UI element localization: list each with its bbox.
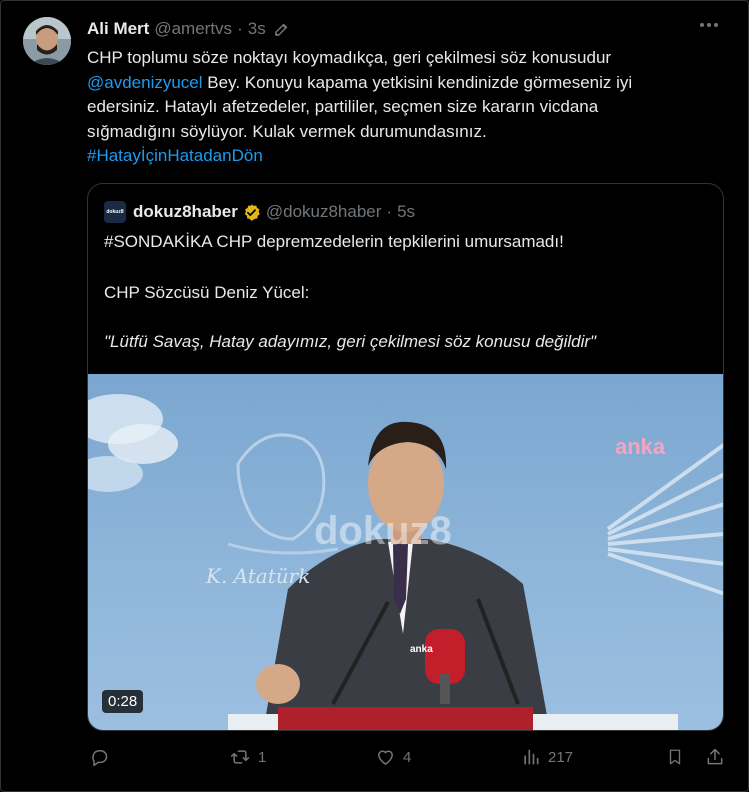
views-chart-icon (521, 747, 541, 767)
verified-badge-icon (242, 203, 261, 222)
like-count: 4 (403, 748, 412, 766)
tweet-text-line-5: #HatayİçinHatadanDön (87, 144, 727, 169)
views-count: 217 (548, 748, 574, 766)
reply-icon (89, 747, 109, 767)
video-duration-badge: 0:28 (102, 690, 144, 713)
tweet-text-line-4: sığmadığını söylüyor. Kulak vermek durum… (87, 121, 487, 141)
tweet-actions: 1 4 217 (87, 747, 727, 775)
quote-timestamp[interactable]: 5s (397, 202, 415, 222)
share-icon (705, 747, 725, 767)
like-button[interactable]: 4 (375, 747, 411, 767)
mic-logo-label: anka (410, 644, 433, 655)
bookmark-icon (666, 747, 684, 767)
bookmark-button[interactable] (666, 747, 684, 767)
mention-link[interactable]: @avdenizyucel (87, 73, 203, 92)
ataturk-signature: K. Atatürk (206, 564, 311, 588)
hashtag-link[interactable]: #HatayİçinHatadanDön (87, 146, 263, 165)
timestamp[interactable]: 3s (248, 19, 266, 39)
video-player[interactable]: dokuz8 anka anka K. Atatürk 0:28 (88, 374, 723, 730)
quote-header: dokuz8 dokuz8haber @dokuz8haber · 5s (104, 201, 415, 223)
tweet-text-line-2: @avdenizyucel Bey. Konuyu kapama yetkisi… (87, 72, 633, 92)
separator-dot: · (237, 19, 243, 38)
tweet-text-line-3: edersiniz. Hataylı afetzedeler, partilil… (87, 97, 599, 117)
author-name[interactable]: Ali Mert (87, 19, 149, 39)
views-button[interactable]: 217 (521, 747, 573, 767)
reply-button[interactable] (89, 747, 116, 767)
quote-text-line-2: CHP Sözcüsü Deniz Yücel: (104, 283, 310, 302)
edited-pencil-icon[interactable] (273, 21, 290, 38)
quote-text-line-3: "Lütfü Savaş, Hatay adayımız, geri çekil… (104, 332, 597, 351)
quote-separator-dot: · (386, 202, 393, 221)
tweet-card[interactable]: Ali Mert @amertvs · 3s CHP toplumu söze … (0, 0, 749, 792)
video-watermark: dokuz8 (314, 509, 452, 553)
tweet-text: CHP toplumu söze noktayı koymadıkça, ger… (87, 46, 727, 169)
retweet-count: 1 (258, 748, 267, 766)
quote-text-line-1: #SONDAKİKA CHP depremzedelerin tepkileri… (104, 232, 564, 251)
share-button[interactable] (705, 747, 725, 767)
retweet-icon (229, 747, 251, 767)
quote-author-handle[interactable]: @dokuz8haber (266, 202, 382, 222)
author-handle[interactable]: @amertvs (154, 19, 232, 39)
retweet-button[interactable]: 1 (229, 747, 266, 767)
more-options-icon[interactable] (696, 19, 722, 31)
avatar[interactable] (23, 17, 71, 65)
quote-avatar-logo[interactable]: dokuz8 (104, 201, 126, 223)
anka-channel-logo: anka (615, 434, 666, 459)
heart-icon (375, 747, 396, 767)
quoted-tweet[interactable]: dokuz8 dokuz8haber @dokuz8haber · 5s #SO… (87, 183, 724, 731)
tweet-text-line-1: CHP toplumu söze noktayı koymadıkça, ger… (87, 48, 612, 67)
tweet-header: Ali Mert @amertvs · 3s (87, 19, 290, 39)
quote-author-name[interactable]: dokuz8haber (133, 202, 238, 222)
